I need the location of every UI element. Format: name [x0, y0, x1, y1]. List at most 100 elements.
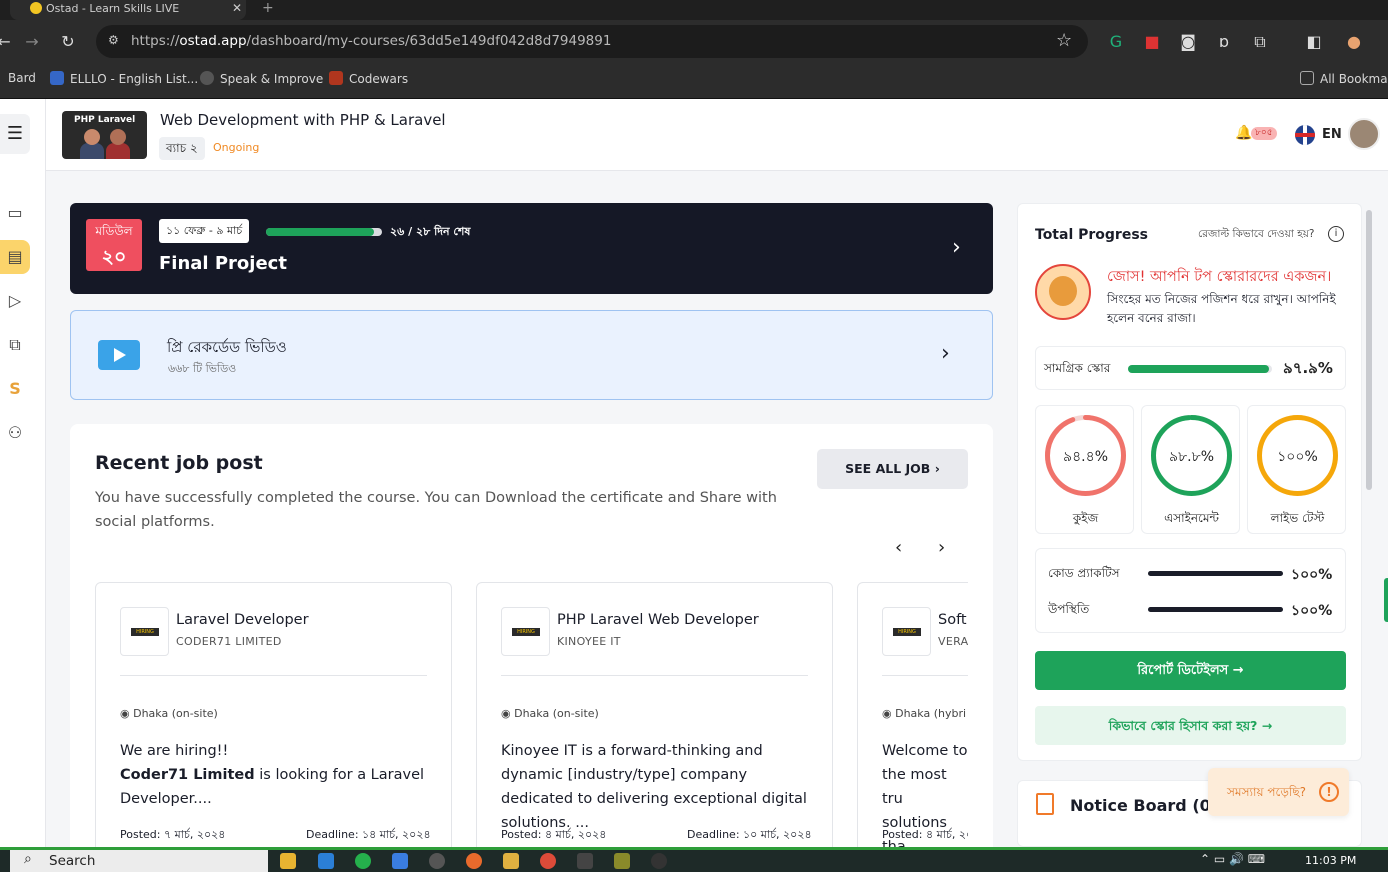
camera-extension-icon[interactable]: ◙: [1178, 32, 1198, 52]
obs-icon[interactable]: [429, 853, 445, 869]
forward-icon[interactable]: →: [22, 32, 42, 52]
jobs-title: Recent job post: [95, 452, 263, 474]
job-card[interactable]: PHP Laravel Web Developer KINOYEE IT ◉ D…: [476, 582, 833, 854]
quiz-value: ৯৪.৪%: [1062, 449, 1108, 465]
attendance-row: উপস্থিতি ১০০%: [1036, 599, 1347, 619]
site-settings-icon[interactable]: ⚙: [108, 33, 122, 47]
ello-favicon-icon: [50, 71, 64, 85]
user-settings-icon[interactable]: ⚇: [0, 416, 30, 450]
module-progress-bar: [266, 228, 382, 236]
job-card[interactable]: Laravel Developer CODER71 LIMITED ◉ Dhak…: [95, 582, 452, 854]
chevron-right-icon[interactable]: ›: [952, 235, 961, 260]
overall-progress-fill: [1128, 365, 1269, 373]
whatsapp-icon[interactable]: [355, 853, 371, 869]
help-button[interactable]: সমস্যায় পড়েছি? !: [1208, 768, 1349, 816]
chevron-right-icon[interactable]: ›: [941, 341, 950, 366]
assignments-icon[interactable]: ⧉: [0, 328, 30, 362]
result-info-link[interactable]: রেজাল্ট কিভাবে দেওয়া হয়?: [1198, 227, 1315, 244]
codewars-favicon-icon: [329, 71, 343, 85]
bookmark-speak-improve[interactable]: Speak & Improve: [200, 71, 323, 86]
search-icon: ⌕: [24, 851, 32, 867]
ostad-s-icon[interactable]: S: [0, 372, 30, 406]
system-tray[interactable]: ⌃ ▭ 🔊 ⌨: [1200, 852, 1265, 866]
overall-label: সামগ্রিক স্কোর: [1044, 361, 1111, 375]
job-location: ◉ Dhaka (on-site): [501, 707, 599, 720]
practice-attendance-box: কোড প্র্যাকটিস ১০০% উপস্থিতি ১০০%: [1035, 548, 1346, 633]
see-all-jobs-button[interactable]: SEE ALL JOB ›: [817, 449, 968, 489]
help-label: সমস্যায় পড়েছি?: [1227, 785, 1306, 799]
job-description: Kinoyee IT is a forward-thinking and dyn…: [501, 743, 807, 831]
carousel-next-icon[interactable]: ›: [938, 537, 945, 558]
address-bar[interactable]: ⚙ https://ostad.app/dashboard/my-courses…: [96, 25, 1088, 58]
grammarly-extension-icon[interactable]: G: [1106, 32, 1126, 52]
bookmark-ellllo[interactable]: ELLLO - English List...: [50, 71, 198, 86]
job-card[interactable]: Soft VERA ◉ Dhaka (hybri Welcome to the …: [857, 582, 968, 854]
speak-favicon-icon: [200, 71, 214, 85]
attendance-fill: [1148, 607, 1283, 612]
divider: [120, 675, 427, 676]
todo-icon[interactable]: [392, 853, 408, 869]
module-badge: মডিউল ২০: [86, 219, 142, 271]
ostad-favicon-icon: [30, 2, 42, 14]
report-details-button[interactable]: রিপোর্ট ডিটেইলস →: [1035, 651, 1346, 690]
current-module-card[interactable]: মডিউল ২০ ১১ ফেব্রু - ৯ মার্চ ২৬ / ২৮ দিন…: [70, 203, 993, 294]
recent-jobs-panel: Recent job post You have successfully co…: [70, 424, 993, 854]
prerecorded-videos-card[interactable]: প্রি রেকর্ডেড ভিডিও ৬৬৮ টি ভিডিও ›: [70, 310, 993, 400]
extensions-puzzle-icon[interactable]: ⧉: [1250, 32, 1270, 52]
all-bookmarks[interactable]: All Bookmarks: [1300, 71, 1388, 86]
notification-bell-icon[interactable]: 🔔 ৮০৫: [1235, 125, 1277, 141]
job-carousel: Laravel Developer CODER71 LIMITED ◉ Dhak…: [95, 582, 968, 854]
live-test-score-card: ১০০% লাইভ টেস্ট: [1247, 405, 1346, 534]
lambda-app-icon[interactable]: [614, 853, 630, 869]
bookmark-star-icon[interactable]: ☆: [1056, 30, 1072, 51]
alert-icon: !: [1319, 782, 1339, 802]
app-icon[interactable]: [503, 853, 519, 869]
close-tab-icon[interactable]: ✕: [232, 1, 242, 15]
profile-avatar-icon[interactable]: ●: [1344, 32, 1364, 52]
live-class-icon[interactable]: ▭: [0, 196, 30, 230]
clock[interactable]: 11:03 PM: [1305, 854, 1356, 867]
carousel-prev-icon[interactable]: ‹: [895, 537, 902, 558]
video-icon[interactable]: ▷: [0, 284, 30, 318]
notepad-icon[interactable]: [577, 853, 593, 869]
extension-icon[interactable]: ■: [1142, 32, 1162, 52]
live-test-label: লাইভ টেস্ট: [1270, 511, 1325, 525]
script-extension-icon[interactable]: ɒ: [1214, 32, 1234, 52]
panel-scrollbar[interactable]: [1366, 210, 1372, 490]
bookmark-codewars[interactable]: Codewars: [329, 71, 408, 86]
hs-app-icon[interactable]: [651, 853, 667, 869]
bookmark-bard[interactable]: Bard: [8, 71, 36, 85]
course-title: Web Development with PHP & Laravel: [160, 111, 446, 129]
modules-icon[interactable]: ▤: [0, 240, 30, 274]
reload-icon[interactable]: ↻: [58, 32, 78, 52]
back-icon[interactable]: ←: [0, 32, 14, 52]
file-explorer-icon[interactable]: [280, 853, 296, 869]
language-selector[interactable]: EN: [1322, 127, 1342, 142]
chrome-icon[interactable]: [540, 853, 556, 869]
postman-icon[interactable]: [466, 853, 482, 869]
job-role: PHP Laravel Web Developer: [557, 612, 759, 628]
company-logo: [882, 607, 931, 656]
attendance-bar: [1148, 607, 1283, 612]
avatar[interactable]: [1348, 118, 1380, 150]
score-calculation-button[interactable]: কিভাবে স্কোর হিসাব করা হয়? →: [1035, 706, 1346, 745]
see-all-label: SEE ALL JOB: [845, 461, 931, 476]
taskbar-search[interactable]: ⌕ Search: [10, 850, 268, 872]
top-scorer-message: জোস! আপনি টপ স্কোরারদের একজন।: [1107, 269, 1332, 285]
lion-message: সিংহের মত নিজের পজিশন ধরে রাখুন। আপনিই হ…: [1107, 292, 1336, 325]
uk-flag-icon[interactable]: [1295, 125, 1315, 145]
menu-toggle-icon[interactable]: ☰: [0, 114, 30, 154]
module-badge-label: মডিউল: [95, 224, 133, 238]
live-test-value: ১০০%: [1277, 449, 1318, 465]
browser-tab[interactable]: Ostad - Learn Skills LIVE ✕: [10, 0, 246, 20]
jobs-description: You have successfully completed the cour…: [95, 490, 777, 530]
info-icon[interactable]: i: [1328, 226, 1344, 242]
new-tab-icon[interactable]: +: [262, 0, 274, 16]
vscode-icon[interactable]: [318, 853, 334, 869]
side-panel-icon[interactable]: ◧: [1304, 32, 1324, 52]
divider: [882, 675, 968, 676]
divider: [501, 675, 808, 676]
edge-feedback-tab[interactable]: [1384, 578, 1388, 622]
code-practice-row: কোড প্র্যাকটিস ১০০%: [1036, 563, 1347, 583]
course-thumbnail: PHP Laravel: [62, 111, 147, 159]
